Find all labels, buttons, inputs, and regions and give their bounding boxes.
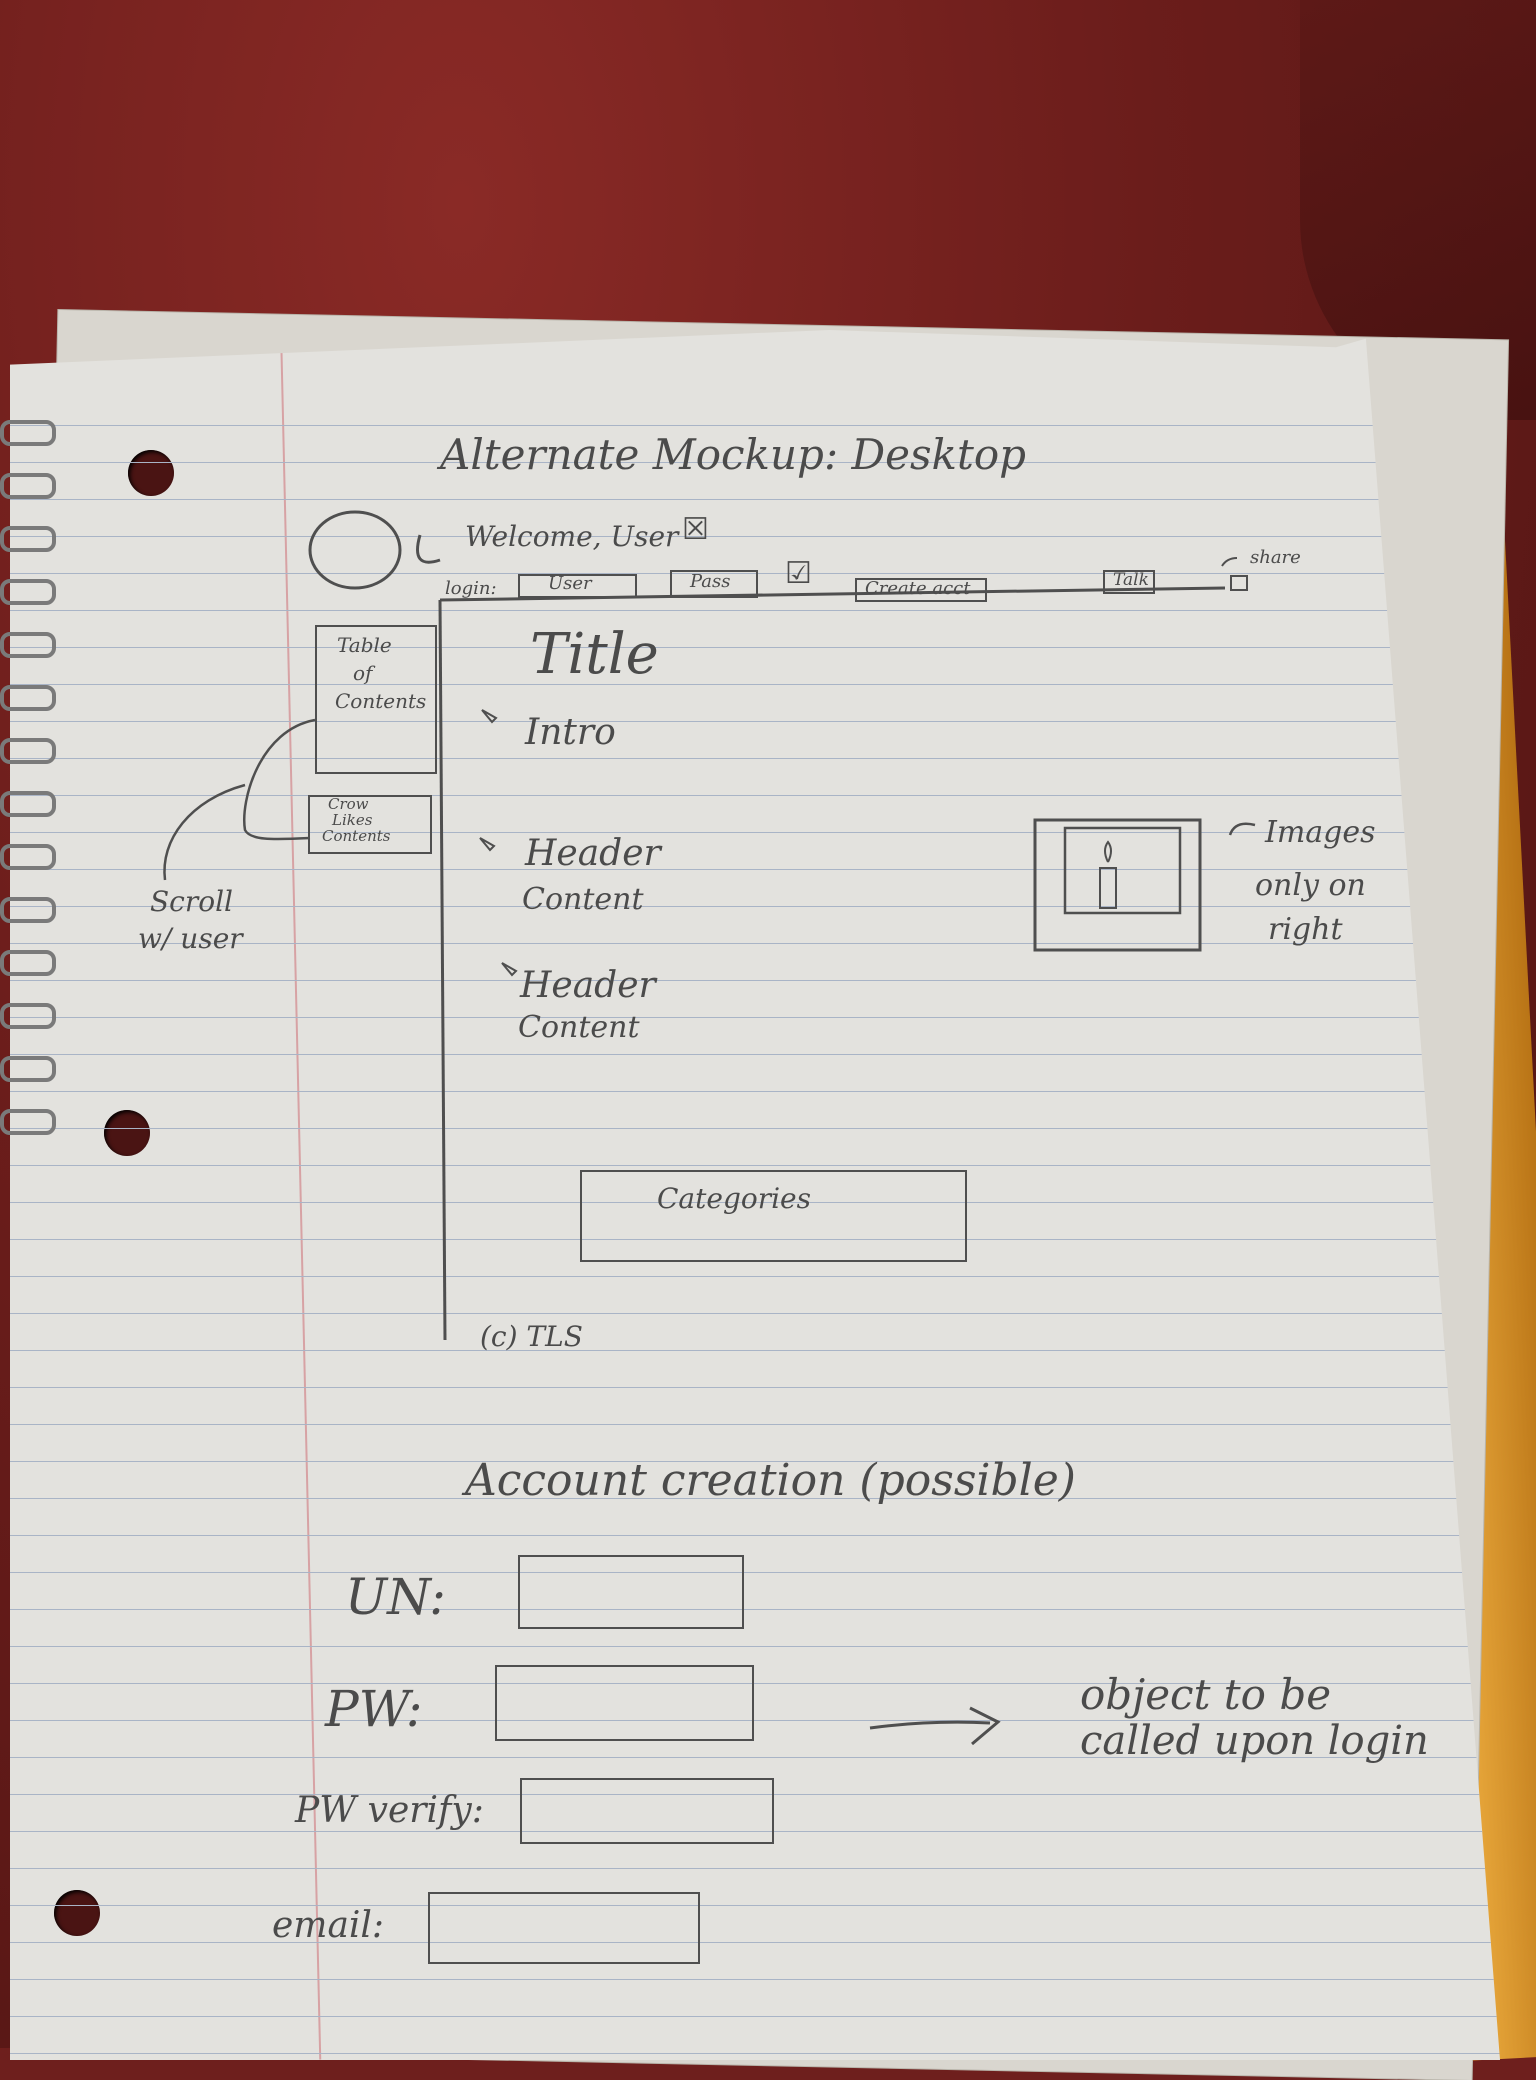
scroll-annotation-2: w/ user [138,922,243,955]
toc-line-1: Table [337,633,392,657]
username-label: UN: [345,1568,446,1626]
create-account-button[interactable]: Create acct [855,578,987,602]
password-verify-input[interactable] [520,1778,774,1844]
close-checkbox-icon[interactable]: ☒ [682,512,709,547]
password-input[interactable] [495,1665,754,1741]
password-placeholder: Pass [690,571,731,592]
candle-icon [1099,867,1117,909]
image-frame-inner [1063,826,1182,915]
password-verify-label: PW verify: [295,1790,484,1831]
image-note-3: right [1268,912,1343,947]
categories-box[interactable]: Categories [580,1170,967,1262]
share-label: share [1250,547,1301,568]
scroll-arrow [163,783,246,881]
password-field[interactable]: Pass [670,570,758,598]
image-note-2: only on [1255,868,1366,903]
pencil-icon [479,837,496,852]
categories-label: Categories [657,1182,811,1215]
content-divider [438,599,447,1341]
pencil-icon [481,709,498,724]
intro-text: Intro [525,712,616,753]
social-box[interactable]: Crow Likes Contents [308,795,432,854]
remember-checkbox[interactable]: ☑ [785,556,812,591]
talk-label: Talk [1113,570,1149,590]
logo-arc [416,534,441,564]
arrow-icon [869,1706,1001,1746]
welcome-text: Welcome, User [465,520,679,553]
scroll-annotation-1: Scroll [150,885,234,918]
scroll-bracket [243,718,316,841]
email-input[interactable] [428,1892,700,1964]
login-label: login: [445,578,497,599]
talk-button[interactable]: Talk [1103,570,1155,594]
section-content-2: Content [518,1010,640,1045]
pencil-icon [501,962,518,977]
image-frame-outer [1033,818,1202,952]
image-note-1: Images [1265,815,1376,850]
username-input[interactable] [518,1555,744,1629]
share-icon[interactable] [1230,575,1248,591]
toc-line-3: Contents [335,689,427,713]
password-label: PW: [325,1680,423,1738]
table-of-contents-box[interactable]: Table of Contents [315,625,437,774]
logo-circle [308,510,402,590]
section-header-1: Header [525,833,661,874]
footer-copyright: (c) TLS [480,1320,583,1353]
account-title: Account creation (possible) [465,1455,1076,1506]
account-note-1: object to be [1080,1670,1332,1719]
username-placeholder: User [548,573,592,594]
email-label: email: [272,1905,385,1946]
page-title: Title [530,622,659,687]
ruled-line [10,2053,1500,2054]
social-line-3: Contents [322,827,391,845]
toc-line-2: of [353,661,373,685]
create-account-label: Create acct [865,578,971,599]
username-field[interactable]: User [518,573,637,598]
section-content-1: Content [522,882,644,917]
image-pointer [1228,822,1256,836]
account-note-2: called upon login [1080,1718,1429,1764]
section-header-2: Header [520,965,656,1006]
